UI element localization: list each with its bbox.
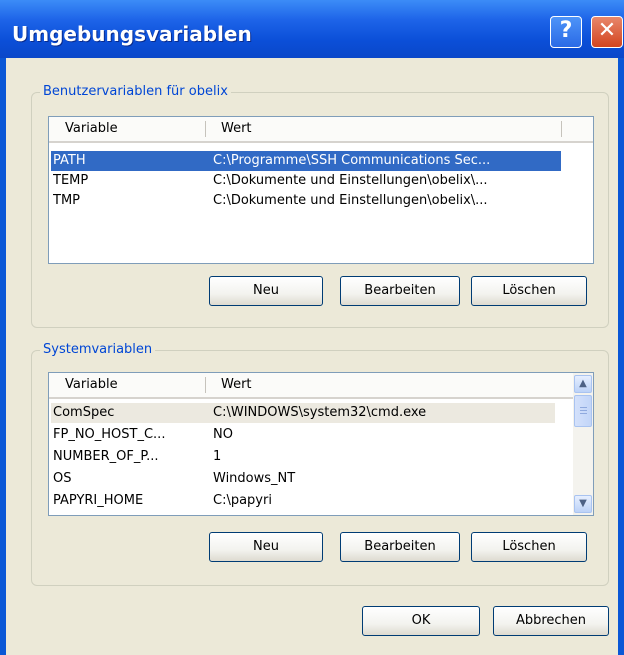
system-new-button[interactable]: Neu xyxy=(209,532,323,562)
variable-name: TMP xyxy=(53,193,80,208)
variable-name: PATH xyxy=(53,153,86,168)
help-icon: ? xyxy=(559,18,573,43)
variable-name: OS xyxy=(53,471,72,486)
table-row[interactable]: TEMP C:\Dokumente und Einstellungen\obel… xyxy=(51,171,561,191)
arrow-down-icon[interactable]: ▼ xyxy=(574,495,592,513)
column-header-variable[interactable]: Variable xyxy=(57,373,207,397)
close-icon: ✕ xyxy=(597,18,617,43)
user-variables-group-label: Benutzervariablen für obelix xyxy=(40,84,231,99)
user-variables-list-header: Variable Wert xyxy=(49,117,593,143)
system-edit-button[interactable]: Bearbeiten xyxy=(340,532,460,562)
variable-name: ComSpec xyxy=(53,405,115,420)
system-variables-group-label: Systemvariablen xyxy=(40,342,156,357)
system-delete-button[interactable]: Löschen xyxy=(471,532,587,562)
column-separator[interactable] xyxy=(561,121,562,137)
close-button[interactable]: ✕ xyxy=(591,16,623,48)
arrow-up-icon[interactable]: ▲ xyxy=(574,375,592,393)
column-header-variable[interactable]: Variable xyxy=(57,117,207,141)
variable-value: Windows_NT xyxy=(213,471,296,486)
cancel-button[interactable]: Abbrechen xyxy=(493,606,609,636)
variable-name: FP_NO_HOST_C... xyxy=(53,427,166,442)
variable-value: C:\papyri xyxy=(213,493,272,508)
variable-value: 1 xyxy=(213,449,222,464)
table-row[interactable]: TMP C:\Dokumente und Einstellungen\obeli… xyxy=(51,191,561,211)
user-new-button[interactable]: Neu xyxy=(209,276,323,306)
grip-line xyxy=(580,407,587,408)
variable-value: C:\Dokumente und Einstellungen\obelix\..… xyxy=(213,173,488,188)
table-row[interactable]: OS Windows_NT xyxy=(51,469,555,489)
window-title: Umgebungsvariablen xyxy=(12,22,252,46)
table-row[interactable]: PATH C:\Programme\SSH Communications Sec… xyxy=(51,151,561,171)
variable-value: C:\WINDOWS\system32\cmd.exe xyxy=(213,405,427,420)
table-row[interactable]: ComSpec C:\WINDOWS\system32\cmd.exe xyxy=(51,403,555,423)
system-variables-list[interactable]: Variable Wert ComSpec C:\WINDOWS\system3… xyxy=(48,372,594,516)
column-separator[interactable] xyxy=(205,377,206,393)
scrollbar-thumb[interactable] xyxy=(574,395,592,427)
variable-name: TEMP xyxy=(53,173,89,188)
table-row[interactable]: NUMBER_OF_P... 1 xyxy=(51,447,555,467)
user-edit-button[interactable]: Bearbeiten xyxy=(340,276,460,306)
variable-value: C:\Dokumente und Einstellungen\obelix\..… xyxy=(213,193,488,208)
column-separator[interactable] xyxy=(205,121,206,137)
ok-button[interactable]: OK xyxy=(362,606,480,636)
variable-name: PAPYRI_HOME xyxy=(53,493,144,508)
grip-line xyxy=(580,410,587,411)
table-row[interactable]: FP_NO_HOST_C... NO xyxy=(51,425,555,445)
help-button[interactable]: ? xyxy=(550,16,582,48)
dialog-window: Umgebungsvariablen ? ✕ Benutzervariablen… xyxy=(0,0,624,655)
variable-value: NO xyxy=(213,427,233,442)
variable-name: NUMBER_OF_P... xyxy=(53,449,159,464)
variable-value: C:\Programme\SSH Communications Sec... xyxy=(213,153,491,168)
user-delete-button[interactable]: Löschen xyxy=(471,276,587,306)
dialog-client-area: Benutzervariablen für obelix Variable We… xyxy=(6,58,618,655)
column-header-value[interactable]: Wert xyxy=(213,117,553,141)
grip-line xyxy=(580,413,587,414)
system-variables-list-header: Variable Wert xyxy=(49,373,573,399)
title-bar[interactable]: Umgebungsvariablen ? ✕ xyxy=(0,0,624,58)
user-variables-list[interactable]: Variable Wert PATH C:\Programme\SSH Comm… xyxy=(48,116,594,264)
vertical-scrollbar[interactable]: ▲ ▼ xyxy=(573,373,593,515)
table-row[interactable]: PAPYRI_HOME C:\papyri xyxy=(51,491,555,511)
column-header-value[interactable]: Wert xyxy=(213,373,553,397)
